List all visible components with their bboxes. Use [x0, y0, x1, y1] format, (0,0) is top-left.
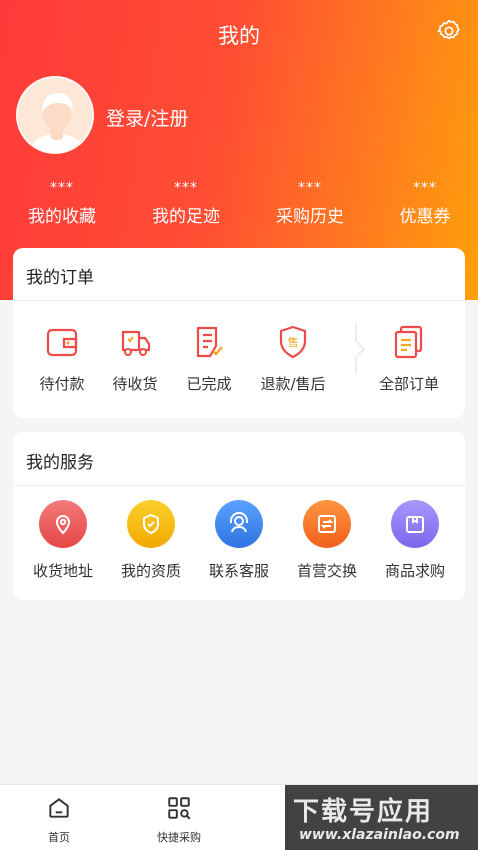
stat-value: ***: [298, 180, 322, 196]
orders-title: 我的订单: [26, 268, 94, 288]
service-shipping-address[interactable]: 收货地址: [21, 500, 105, 581]
exchange-icon: [303, 500, 351, 548]
stat-value: ***: [50, 180, 74, 196]
divider: [13, 485, 465, 486]
all-orders-icon: [394, 325, 423, 359]
stat-purchase-history[interactable]: *** 采购历史: [255, 180, 365, 227]
service-qualification[interactable]: 我的资质: [109, 500, 193, 581]
stat-favorites[interactable]: *** 我的收藏: [7, 180, 117, 227]
watermark-overlay: 下载号应用 www.xlazainlao.com: [285, 785, 478, 850]
order-label: 全部订单: [378, 375, 439, 393]
stat-coupons[interactable]: *** 优惠券: [370, 180, 478, 227]
service-first-exchange[interactable]: 首营交换: [285, 500, 369, 581]
quick-purchase-icon: [168, 797, 191, 820]
order-refund-after-sale[interactable]: 售 退款/售后: [253, 324, 333, 394]
order-all[interactable]: 全部订单: [369, 324, 449, 394]
tab-home[interactable]: 首页: [14, 795, 104, 845]
stat-footprints[interactable]: *** 我的足迹: [131, 180, 241, 227]
order-separator-arrow: [355, 324, 366, 374]
stats-row: *** 我的收藏 *** 我的足迹 *** 采购历史 *** 优惠券: [0, 180, 478, 236]
after-sale-shield-icon: 售: [279, 325, 307, 359]
tab-quick-purchase[interactable]: 快捷采购: [134, 795, 224, 845]
divider: [13, 300, 465, 301]
shield-check-icon: [127, 500, 175, 548]
order-label: 待收货: [112, 375, 158, 393]
login-register-link[interactable]: 登录/注册: [106, 104, 188, 131]
order-pending-receipt[interactable]: 待收货: [95, 324, 175, 394]
order-completed[interactable]: 已完成: [169, 324, 249, 394]
tab-label: 快捷采购: [157, 831, 201, 844]
avatar[interactable]: [16, 76, 94, 154]
truck-icon: [121, 330, 151, 356]
service-label: 收货地址: [32, 562, 93, 580]
box-icon: [391, 500, 439, 548]
wallet-icon: [46, 328, 78, 357]
services-title: 我的服务: [26, 453, 94, 473]
stat-label: 我的收藏: [28, 207, 96, 227]
service-customer-support[interactable]: 联系客服: [197, 500, 281, 581]
services-card: 我的服务 收货地址 我的资质 联系客服 首营交换 商品求购: [13, 432, 465, 600]
watermark-url: www.xlazainlao.com: [299, 827, 460, 843]
service-label: 商品求购: [384, 562, 445, 580]
order-label: 退款/售后: [260, 375, 326, 393]
completed-doc-icon: [196, 326, 223, 358]
home-icon: [49, 798, 69, 818]
order-label: 已完成: [186, 375, 232, 393]
bottom-tab-bar: 首页 快捷采购 下载号应用 www.xlazainlao.com: [0, 784, 478, 850]
service-product-request[interactable]: 商品求购: [373, 500, 457, 581]
page-title: 我的: [218, 24, 260, 48]
order-label: 待付款: [39, 375, 85, 393]
stat-label: 我的足迹: [152, 207, 220, 227]
stat-value: ***: [413, 180, 437, 196]
service-label: 我的资质: [120, 562, 181, 580]
service-label: 联系客服: [208, 562, 269, 580]
svg-text:售: 售: [288, 335, 299, 349]
stat-value: ***: [174, 180, 198, 196]
tab-label: 首页: [48, 831, 70, 844]
stat-label: 采购历史: [276, 207, 344, 227]
watermark-text: 下载号应用: [293, 797, 434, 827]
order-pending-payment[interactable]: 待付款: [22, 324, 102, 394]
stat-label: 优惠券: [399, 207, 451, 227]
service-label: 首营交换: [296, 562, 357, 580]
location-pin-icon: [39, 500, 87, 548]
headset-icon: [215, 500, 263, 548]
settings-gear-icon[interactable]: [436, 18, 462, 44]
orders-card: 我的订单 待付款 待收货 已完成 售 退款/售后 全部订单: [13, 248, 465, 418]
